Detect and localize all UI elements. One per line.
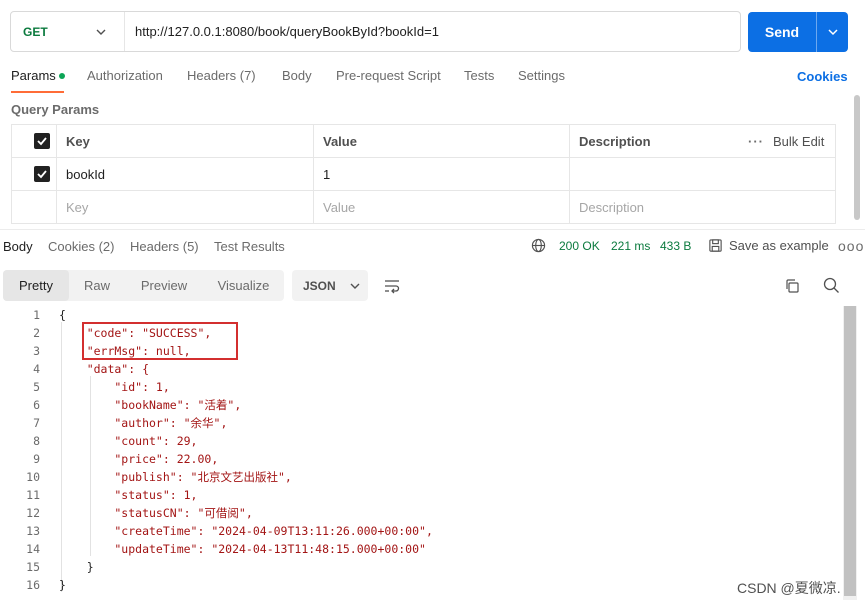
chevron-down-icon bbox=[827, 29, 838, 36]
tab-response-headers[interactable]: Headers (5) bbox=[130, 239, 199, 254]
active-tab-underline bbox=[11, 91, 64, 93]
tab-label: Params bbox=[11, 68, 56, 83]
query-params-title: Query Params bbox=[11, 102, 100, 117]
code-text: "id": 1, bbox=[59, 380, 170, 394]
url-input[interactable]: http://127.0.0.1:8080/book/queryBookById… bbox=[125, 24, 439, 39]
method-label: GET bbox=[23, 24, 48, 39]
send-button[interactable]: Send bbox=[748, 12, 848, 52]
code-line: 13 "createTime": "2024-04-09T13:11:26.00… bbox=[26, 524, 433, 538]
code-text: "author": "余华", bbox=[59, 416, 228, 430]
table-header-row: Key Value Description ··· Bulk Edit bbox=[12, 125, 835, 158]
code-line: 14 "updateTime": "2024-04-13T11:48:15.00… bbox=[26, 542, 426, 556]
query-params-table: Key Value Description ··· Bulk Edit book… bbox=[11, 124, 836, 224]
tab-body[interactable]: Body bbox=[282, 68, 312, 83]
response-size[interactable]: 433 B bbox=[660, 239, 691, 253]
code-text: "count": 29, bbox=[59, 434, 198, 448]
cookies-link[interactable]: Cookies bbox=[797, 69, 848, 84]
more-options-icon[interactable]: ··· bbox=[748, 125, 764, 157]
code-text: } bbox=[59, 560, 94, 574]
column-divider bbox=[56, 125, 57, 223]
tab-response-body[interactable]: Body bbox=[3, 239, 33, 254]
code-line: 10 "publish": "北京文艺出版社", bbox=[26, 470, 292, 484]
code-text: "statusCN": "可借阅", bbox=[59, 506, 253, 520]
code-line: 9 "price": 22.00, bbox=[33, 452, 219, 466]
code-line: 6 "bookName": "活着", bbox=[33, 398, 242, 412]
column-divider bbox=[313, 125, 314, 223]
save-icon bbox=[709, 239, 722, 252]
param-key-placeholder[interactable]: Key bbox=[66, 191, 88, 224]
code-text: "status": 1, bbox=[59, 488, 198, 502]
code-text: "data": { bbox=[59, 362, 150, 376]
code-text: "price": 22.00, bbox=[59, 452, 219, 466]
save-as-example-button[interactable]: Save as example bbox=[708, 238, 829, 253]
column-header-value: Value bbox=[323, 133, 357, 149]
code-text: "bookName": "活着", bbox=[59, 398, 242, 412]
chevron-down-icon bbox=[350, 283, 360, 289]
checkbox-checked-icon bbox=[34, 166, 50, 182]
param-value-placeholder[interactable]: Value bbox=[323, 191, 355, 224]
save-as-example-label: Save as example bbox=[729, 238, 829, 253]
code-line: 11 "status": 1, bbox=[26, 488, 198, 502]
select-all-checkbox[interactable] bbox=[34, 125, 50, 157]
code-text: "updateTime": "2024-04-13T11:48:15.000+0… bbox=[59, 542, 426, 556]
send-label: Send bbox=[764, 24, 800, 40]
chevron-down-icon bbox=[96, 29, 106, 35]
tab-authorization[interactable]: Authorization bbox=[87, 68, 163, 83]
code-scrollbar[interactable] bbox=[843, 306, 857, 600]
table-row: bookId 1 bbox=[12, 158, 835, 191]
checkbox-checked-icon bbox=[34, 133, 50, 149]
response-time[interactable]: 221 ms bbox=[611, 239, 650, 253]
tab-settings[interactable]: Settings bbox=[518, 68, 565, 83]
param-value-cell[interactable]: 1 bbox=[323, 158, 330, 190]
view-visualize[interactable]: Visualize bbox=[203, 270, 284, 301]
format-label: JSON bbox=[303, 278, 336, 293]
more-options-icon[interactable]: ooo bbox=[838, 238, 864, 254]
param-key-cell[interactable]: bookId bbox=[66, 158, 105, 190]
column-header-description: Description bbox=[579, 133, 651, 149]
watermark: CSDN @夏微凉. bbox=[737, 580, 841, 596]
tab-response-cookies[interactable]: Cookies (2) bbox=[48, 239, 114, 254]
method-select[interactable]: GET bbox=[11, 12, 125, 51]
tab-test-results[interactable]: Test Results bbox=[214, 239, 285, 254]
highlight-annotation-box bbox=[82, 322, 238, 360]
view-preview[interactable]: Preview bbox=[125, 270, 203, 301]
param-description-placeholder[interactable]: Description bbox=[579, 191, 644, 224]
divider bbox=[0, 229, 865, 230]
request-scrollbar[interactable] bbox=[854, 95, 860, 220]
code-text: "publish": "北京文艺出版社", bbox=[59, 470, 292, 484]
code-text: } bbox=[59, 578, 66, 592]
wrap-lines-icon[interactable] bbox=[383, 278, 401, 294]
code-line: 15 } bbox=[26, 560, 94, 574]
code-line: 7 "author": "余华", bbox=[33, 416, 228, 430]
code-line: 4 "data": { bbox=[33, 362, 150, 376]
code-line: 5 "id": 1, bbox=[33, 380, 170, 394]
tab-headers[interactable]: Headers (7) bbox=[187, 68, 256, 83]
format-select[interactable]: JSON bbox=[292, 270, 368, 301]
tab-pre-request-script[interactable]: Pre-request Script bbox=[336, 68, 441, 83]
code-text: "createTime": "2024-04-09T13:11:26.000+0… bbox=[59, 524, 433, 538]
code-line: 16} bbox=[26, 578, 66, 592]
scrollbar-thumb[interactable] bbox=[844, 306, 856, 596]
view-pretty[interactable]: Pretty bbox=[3, 270, 69, 301]
tab-params[interactable]: Params bbox=[11, 68, 65, 83]
request-url-bar: GET http://127.0.0.1:8080/book/queryBook… bbox=[10, 11, 741, 52]
copy-icon[interactable] bbox=[784, 278, 800, 294]
search-icon[interactable] bbox=[823, 277, 840, 294]
bulk-edit-button[interactable]: Bulk Edit bbox=[773, 125, 824, 157]
send-options-button[interactable] bbox=[816, 12, 848, 52]
code-line: 8 "count": 29, bbox=[33, 434, 198, 448]
view-mode-selector: Pretty Raw Preview Visualize bbox=[3, 270, 284, 301]
request-tabs: Params Authorization Headers (7) Body Pr… bbox=[11, 68, 861, 93]
table-row-empty: Key Value Description bbox=[12, 191, 835, 224]
tab-tests[interactable]: Tests bbox=[464, 68, 494, 83]
code-text: { bbox=[59, 308, 66, 322]
params-active-dot bbox=[58, 72, 65, 79]
row-checkbox[interactable] bbox=[34, 158, 50, 190]
column-header-key: Key bbox=[66, 133, 90, 149]
globe-icon[interactable] bbox=[531, 238, 546, 253]
column-divider bbox=[569, 125, 570, 223]
status-code[interactable]: 200 OK bbox=[559, 239, 600, 253]
view-raw[interactable]: Raw bbox=[69, 270, 125, 301]
code-line: 12 "statusCN": "可借阅", bbox=[26, 506, 253, 520]
